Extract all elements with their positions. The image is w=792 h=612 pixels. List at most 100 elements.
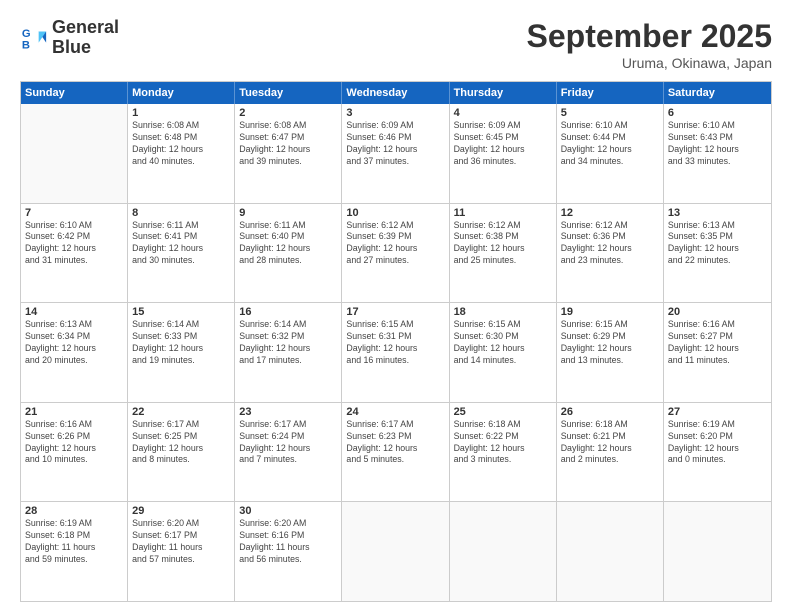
day-info: Sunrise: 6:16 AM Sunset: 6:27 PM Dayligh… [668, 319, 767, 367]
month-title: September 2025 [527, 18, 772, 55]
day-number: 4 [454, 107, 552, 119]
day-cell-10: 10Sunrise: 6:12 AM Sunset: 6:39 PM Dayli… [342, 204, 449, 303]
day-number: 7 [25, 207, 123, 219]
day-info: Sunrise: 6:18 AM Sunset: 6:21 PM Dayligh… [561, 419, 659, 467]
day-info: Sunrise: 6:12 AM Sunset: 6:36 PM Dayligh… [561, 220, 659, 268]
day-info: Sunrise: 6:12 AM Sunset: 6:38 PM Dayligh… [454, 220, 552, 268]
day-cell-5: 5Sunrise: 6:10 AM Sunset: 6:44 PM Daylig… [557, 104, 664, 203]
day-number: 13 [668, 207, 767, 219]
calendar-row-2: 7Sunrise: 6:10 AM Sunset: 6:42 PM Daylig… [21, 204, 771, 304]
calendar: SundayMondayTuesdayWednesdayThursdayFrid… [20, 81, 772, 602]
header-day-monday: Monday [128, 82, 235, 104]
day-cell-19: 19Sunrise: 6:15 AM Sunset: 6:29 PM Dayli… [557, 303, 664, 402]
day-cell-25: 25Sunrise: 6:18 AM Sunset: 6:22 PM Dayli… [450, 403, 557, 502]
day-number: 5 [561, 107, 659, 119]
day-info: Sunrise: 6:20 AM Sunset: 6:17 PM Dayligh… [132, 518, 230, 566]
header-day-thursday: Thursday [450, 82, 557, 104]
calendar-row-5: 28Sunrise: 6:19 AM Sunset: 6:18 PM Dayli… [21, 502, 771, 601]
header-day-tuesday: Tuesday [235, 82, 342, 104]
day-cell-13: 13Sunrise: 6:13 AM Sunset: 6:35 PM Dayli… [664, 204, 771, 303]
day-cell-8: 8Sunrise: 6:11 AM Sunset: 6:41 PM Daylig… [128, 204, 235, 303]
calendar-row-4: 21Sunrise: 6:16 AM Sunset: 6:26 PM Dayli… [21, 403, 771, 503]
day-cell-1: 1Sunrise: 6:08 AM Sunset: 6:48 PM Daylig… [128, 104, 235, 203]
day-info: Sunrise: 6:11 AM Sunset: 6:41 PM Dayligh… [132, 220, 230, 268]
day-info: Sunrise: 6:13 AM Sunset: 6:34 PM Dayligh… [25, 319, 123, 367]
day-number: 16 [239, 306, 337, 318]
calendar-row-1: 1Sunrise: 6:08 AM Sunset: 6:48 PM Daylig… [21, 104, 771, 204]
day-cell-23: 23Sunrise: 6:17 AM Sunset: 6:24 PM Dayli… [235, 403, 342, 502]
svg-text:G: G [22, 28, 31, 40]
day-cell-20: 20Sunrise: 6:16 AM Sunset: 6:27 PM Dayli… [664, 303, 771, 402]
header-day-sunday: Sunday [21, 82, 128, 104]
day-cell-18: 18Sunrise: 6:15 AM Sunset: 6:30 PM Dayli… [450, 303, 557, 402]
empty-cell [450, 502, 557, 601]
day-cell-2: 2Sunrise: 6:08 AM Sunset: 6:47 PM Daylig… [235, 104, 342, 203]
day-info: Sunrise: 6:15 AM Sunset: 6:31 PM Dayligh… [346, 319, 444, 367]
day-cell-4: 4Sunrise: 6:09 AM Sunset: 6:45 PM Daylig… [450, 104, 557, 203]
calendar-header: SundayMondayTuesdayWednesdayThursdayFrid… [21, 82, 771, 104]
header-day-friday: Friday [557, 82, 664, 104]
day-number: 12 [561, 207, 659, 219]
day-cell-3: 3Sunrise: 6:09 AM Sunset: 6:46 PM Daylig… [342, 104, 449, 203]
day-info: Sunrise: 6:09 AM Sunset: 6:46 PM Dayligh… [346, 120, 444, 168]
day-info: Sunrise: 6:15 AM Sunset: 6:29 PM Dayligh… [561, 319, 659, 367]
location: Uruma, Okinawa, Japan [527, 55, 772, 71]
day-info: Sunrise: 6:15 AM Sunset: 6:30 PM Dayligh… [454, 319, 552, 367]
day-number: 19 [561, 306, 659, 318]
day-cell-9: 9Sunrise: 6:11 AM Sunset: 6:40 PM Daylig… [235, 204, 342, 303]
day-cell-28: 28Sunrise: 6:19 AM Sunset: 6:18 PM Dayli… [21, 502, 128, 601]
day-info: Sunrise: 6:08 AM Sunset: 6:47 PM Dayligh… [239, 120, 337, 168]
day-info: Sunrise: 6:10 AM Sunset: 6:42 PM Dayligh… [25, 220, 123, 268]
title-block: September 2025 Uruma, Okinawa, Japan [527, 18, 772, 71]
day-number: 28 [25, 505, 123, 517]
day-number: 21 [25, 406, 123, 418]
day-cell-6: 6Sunrise: 6:10 AM Sunset: 6:43 PM Daylig… [664, 104, 771, 203]
day-info: Sunrise: 6:17 AM Sunset: 6:23 PM Dayligh… [346, 419, 444, 467]
day-number: 24 [346, 406, 444, 418]
day-number: 22 [132, 406, 230, 418]
day-cell-26: 26Sunrise: 6:18 AM Sunset: 6:21 PM Dayli… [557, 403, 664, 502]
day-cell-11: 11Sunrise: 6:12 AM Sunset: 6:38 PM Dayli… [450, 204, 557, 303]
day-cell-24: 24Sunrise: 6:17 AM Sunset: 6:23 PM Dayli… [342, 403, 449, 502]
day-info: Sunrise: 6:12 AM Sunset: 6:39 PM Dayligh… [346, 220, 444, 268]
empty-cell [21, 104, 128, 203]
day-cell-12: 12Sunrise: 6:12 AM Sunset: 6:36 PM Dayli… [557, 204, 664, 303]
day-number: 6 [668, 107, 767, 119]
day-number: 29 [132, 505, 230, 517]
day-cell-27: 27Sunrise: 6:19 AM Sunset: 6:20 PM Dayli… [664, 403, 771, 502]
day-cell-29: 29Sunrise: 6:20 AM Sunset: 6:17 PM Dayli… [128, 502, 235, 601]
day-number: 30 [239, 505, 337, 517]
day-cell-15: 15Sunrise: 6:14 AM Sunset: 6:33 PM Dayli… [128, 303, 235, 402]
day-info: Sunrise: 6:08 AM Sunset: 6:48 PM Dayligh… [132, 120, 230, 168]
day-number: 9 [239, 207, 337, 219]
day-number: 14 [25, 306, 123, 318]
calendar-body: 1Sunrise: 6:08 AM Sunset: 6:48 PM Daylig… [21, 104, 771, 601]
day-info: Sunrise: 6:11 AM Sunset: 6:40 PM Dayligh… [239, 220, 337, 268]
day-info: Sunrise: 6:17 AM Sunset: 6:24 PM Dayligh… [239, 419, 337, 467]
header-day-wednesday: Wednesday [342, 82, 449, 104]
day-info: Sunrise: 6:16 AM Sunset: 6:26 PM Dayligh… [25, 419, 123, 467]
empty-cell [342, 502, 449, 601]
day-info: Sunrise: 6:19 AM Sunset: 6:18 PM Dayligh… [25, 518, 123, 566]
day-info: Sunrise: 6:10 AM Sunset: 6:44 PM Dayligh… [561, 120, 659, 168]
day-number: 10 [346, 207, 444, 219]
svg-text:B: B [22, 39, 30, 51]
logo-text: General Blue [52, 18, 119, 58]
day-info: Sunrise: 6:13 AM Sunset: 6:35 PM Dayligh… [668, 220, 767, 268]
day-info: Sunrise: 6:17 AM Sunset: 6:25 PM Dayligh… [132, 419, 230, 467]
day-info: Sunrise: 6:09 AM Sunset: 6:45 PM Dayligh… [454, 120, 552, 168]
day-cell-22: 22Sunrise: 6:17 AM Sunset: 6:25 PM Dayli… [128, 403, 235, 502]
day-number: 11 [454, 207, 552, 219]
day-number: 20 [668, 306, 767, 318]
day-info: Sunrise: 6:14 AM Sunset: 6:33 PM Dayligh… [132, 319, 230, 367]
day-number: 18 [454, 306, 552, 318]
day-cell-21: 21Sunrise: 6:16 AM Sunset: 6:26 PM Dayli… [21, 403, 128, 502]
day-number: 1 [132, 107, 230, 119]
day-cell-14: 14Sunrise: 6:13 AM Sunset: 6:34 PM Dayli… [21, 303, 128, 402]
day-cell-16: 16Sunrise: 6:14 AM Sunset: 6:32 PM Dayli… [235, 303, 342, 402]
day-number: 15 [132, 306, 230, 318]
day-number: 17 [346, 306, 444, 318]
day-cell-17: 17Sunrise: 6:15 AM Sunset: 6:31 PM Dayli… [342, 303, 449, 402]
empty-cell [557, 502, 664, 601]
logo-line2: Blue [52, 38, 119, 58]
